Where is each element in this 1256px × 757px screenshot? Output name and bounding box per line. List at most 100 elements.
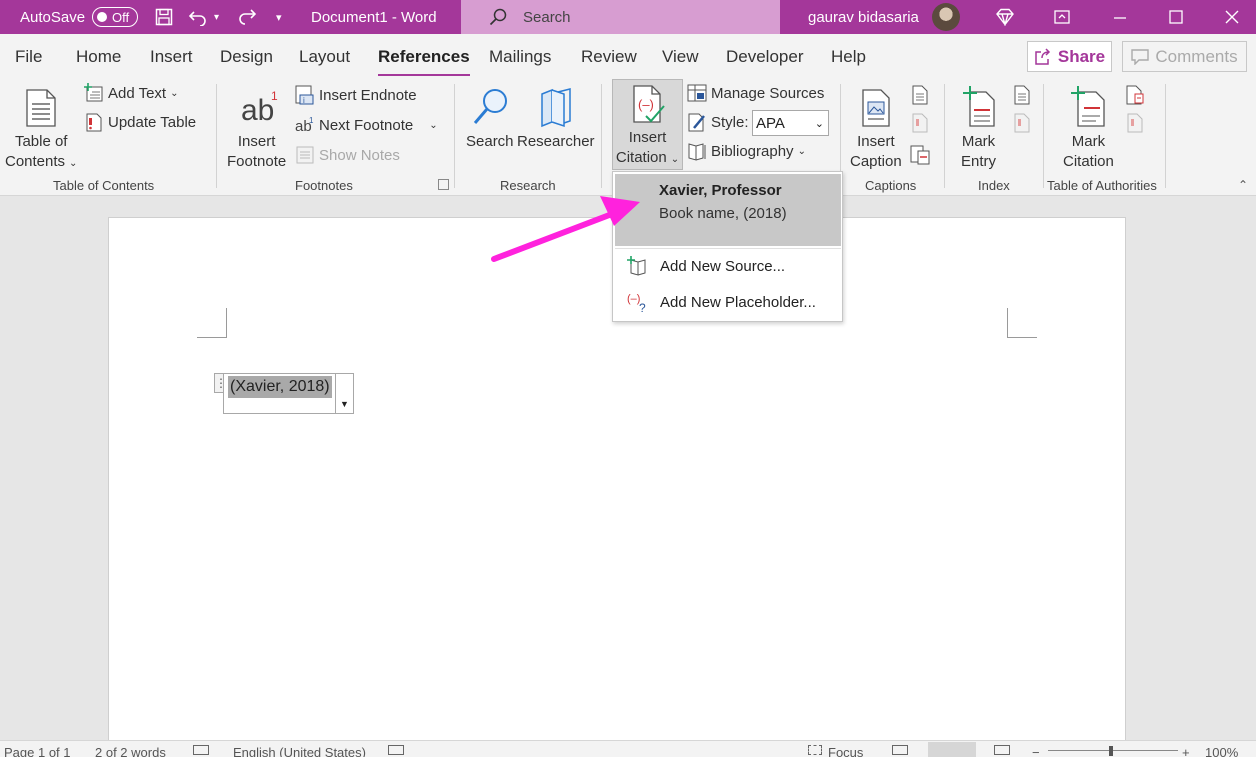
avatar[interactable]: [932, 3, 960, 31]
accessibility-icon[interactable]: [388, 745, 404, 755]
insert-caption-button[interactable]: Insert Caption: [850, 82, 902, 172]
citation-style-select[interactable]: APA ⌄: [752, 110, 829, 136]
style-icon: [687, 112, 707, 132]
research-group-label: Research: [500, 178, 556, 193]
add-new-source-item[interactable]: Add New Source...: [627, 255, 785, 277]
search-box[interactable]: Search: [461, 0, 780, 34]
insert-table-of-authorities-icon[interactable]: [1125, 84, 1149, 106]
manage-sources-button[interactable]: Manage Sources: [687, 82, 824, 104]
tab-mailings[interactable]: Mailings: [489, 47, 551, 67]
insert-table-of-figures-icon[interactable]: [910, 84, 934, 106]
focus-icon[interactable]: [808, 745, 822, 755]
zoom-level[interactable]: 100%: [1205, 745, 1238, 757]
bibliography-button[interactable]: Bibliography ⌄: [687, 140, 806, 162]
autosave-toggle[interactable]: Off: [92, 7, 138, 27]
next-footnote-label: Next Footnote: [319, 116, 414, 134]
table-of-contents-icon: [25, 82, 57, 128]
page-count[interactable]: Page 1 of 1: [4, 745, 71, 757]
group-separator: [601, 84, 602, 188]
mark-citation-button[interactable]: Mark Citation: [1063, 82, 1114, 172]
insert-footnote-line1: Insert: [237, 133, 276, 150]
group-separator: [944, 84, 945, 188]
tab-layout[interactable]: Layout: [299, 47, 350, 67]
save-icon[interactable]: [151, 0, 177, 34]
zoom-slider[interactable]: [1048, 750, 1178, 751]
next-footnote-button[interactable]: ab 1 Next Footnote ⌄: [295, 114, 438, 136]
add-text-button[interactable]: Add Text ⌄: [84, 82, 179, 104]
citation-options-dropdown-icon[interactable]: ▼: [335, 374, 353, 413]
add-new-placeholder-item[interactable]: (–)? Add New Placeholder...: [627, 291, 816, 313]
table-of-contents-button[interactable]: Table of Contents ⌄: [5, 82, 77, 174]
read-mode-icon[interactable]: [892, 745, 908, 755]
user-name[interactable]: gaurav bidasaria: [808, 0, 919, 34]
manage-sources-label: Manage Sources: [711, 84, 825, 102]
insert-endnote-button[interactable]: i Insert Endnote: [295, 84, 417, 106]
chevron-down-icon[interactable]: ⌄: [429, 120, 437, 131]
update-index-icon[interactable]: [1012, 112, 1036, 134]
researcher-label: Researcher: [517, 133, 595, 150]
mark-entry-button[interactable]: Mark Entry: [961, 82, 996, 172]
tab-file[interactable]: File: [15, 47, 42, 67]
comments-label: Comments: [1155, 46, 1238, 66]
maximize-icon[interactable]: [1156, 0, 1196, 34]
index-group-label: Index: [978, 178, 1010, 193]
collapse-ribbon-icon[interactable]: ⌃: [1238, 178, 1248, 192]
citation-content-control[interactable]: ⋮ (Xavier, 2018) ▼: [214, 373, 354, 414]
tab-references[interactable]: References: [378, 47, 470, 77]
insert-footnote-button[interactable]: ab 1 Insert Footnote: [227, 82, 286, 172]
redo-icon[interactable]: [234, 0, 260, 34]
content-control-handle-icon[interactable]: ⋮: [214, 373, 227, 393]
footnotes-dialog-launcher-icon[interactable]: [438, 179, 449, 190]
undo-icon[interactable]: [185, 0, 211, 34]
language[interactable]: English (United States): [233, 745, 366, 757]
share-button[interactable]: Share: [1027, 41, 1112, 72]
tab-help[interactable]: Help: [831, 47, 866, 67]
group-separator: [216, 84, 217, 188]
citation-text[interactable]: (Xavier, 2018): [228, 376, 332, 398]
zoom-in-icon[interactable]: +: [1182, 745, 1190, 757]
word-count[interactable]: 2 of 2 words: [95, 745, 166, 757]
minimize-icon[interactable]: [1100, 0, 1140, 34]
customize-toolbar-icon[interactable]: ▾: [276, 0, 282, 34]
add-text-label: Add Text: [108, 84, 167, 102]
update-table-icon: [84, 112, 104, 132]
close-icon[interactable]: [1212, 0, 1252, 34]
svg-text:i: i: [303, 96, 305, 105]
search-button[interactable]: Search: [466, 82, 514, 152]
comments-button[interactable]: Comments: [1122, 41, 1247, 72]
margin-corner-right: [1007, 308, 1037, 338]
tab-review[interactable]: Review: [581, 47, 637, 67]
diamond-icon[interactable]: [992, 0, 1018, 34]
insert-endnote-label: Insert Endnote: [319, 86, 417, 104]
insert-index-icon[interactable]: [1012, 84, 1036, 106]
update-table-of-figures-icon[interactable]: [910, 112, 934, 134]
update-table-of-authorities-icon[interactable]: [1125, 112, 1149, 134]
search-icon: [470, 82, 510, 128]
zoom-out-icon[interactable]: −: [1032, 745, 1040, 757]
web-layout-icon[interactable]: [994, 745, 1010, 755]
update-table-button[interactable]: Update Table: [84, 111, 196, 133]
show-notes-label: Show Notes: [319, 146, 400, 164]
tab-insert[interactable]: Insert: [150, 47, 193, 67]
proofing-icon[interactable]: [193, 745, 209, 755]
researcher-button[interactable]: Researcher: [517, 82, 595, 152]
focus-label[interactable]: Focus: [828, 745, 863, 757]
comment-icon: [1131, 48, 1150, 65]
zoom-slider-thumb[interactable]: [1109, 746, 1113, 756]
undo-dropdown-icon[interactable]: ▾: [214, 0, 219, 34]
insert-citation-button[interactable]: (–) Insert Citation ⌄: [612, 79, 683, 170]
add-new-placeholder-label: Add New Placeholder...: [660, 293, 816, 311]
ribbon-display-icon[interactable]: [1042, 0, 1082, 34]
cross-reference-icon[interactable]: [910, 144, 934, 166]
citation-source-item[interactable]: Xavier, Professor Book name, (2018): [615, 174, 841, 246]
tab-view[interactable]: View: [662, 47, 699, 67]
tab-design[interactable]: Design: [220, 47, 273, 67]
show-notes-button[interactable]: Show Notes: [295, 144, 400, 166]
insert-citation-icon: (–): [631, 84, 665, 124]
margin-corner-left: [197, 308, 227, 338]
print-layout-icon[interactable]: [928, 742, 976, 757]
style-label: Style:: [711, 113, 749, 131]
tab-home[interactable]: Home: [76, 47, 121, 67]
insert-citation-menu: Xavier, Professor Book name, (2018) Add …: [612, 171, 843, 322]
tab-developer[interactable]: Developer: [726, 47, 804, 67]
